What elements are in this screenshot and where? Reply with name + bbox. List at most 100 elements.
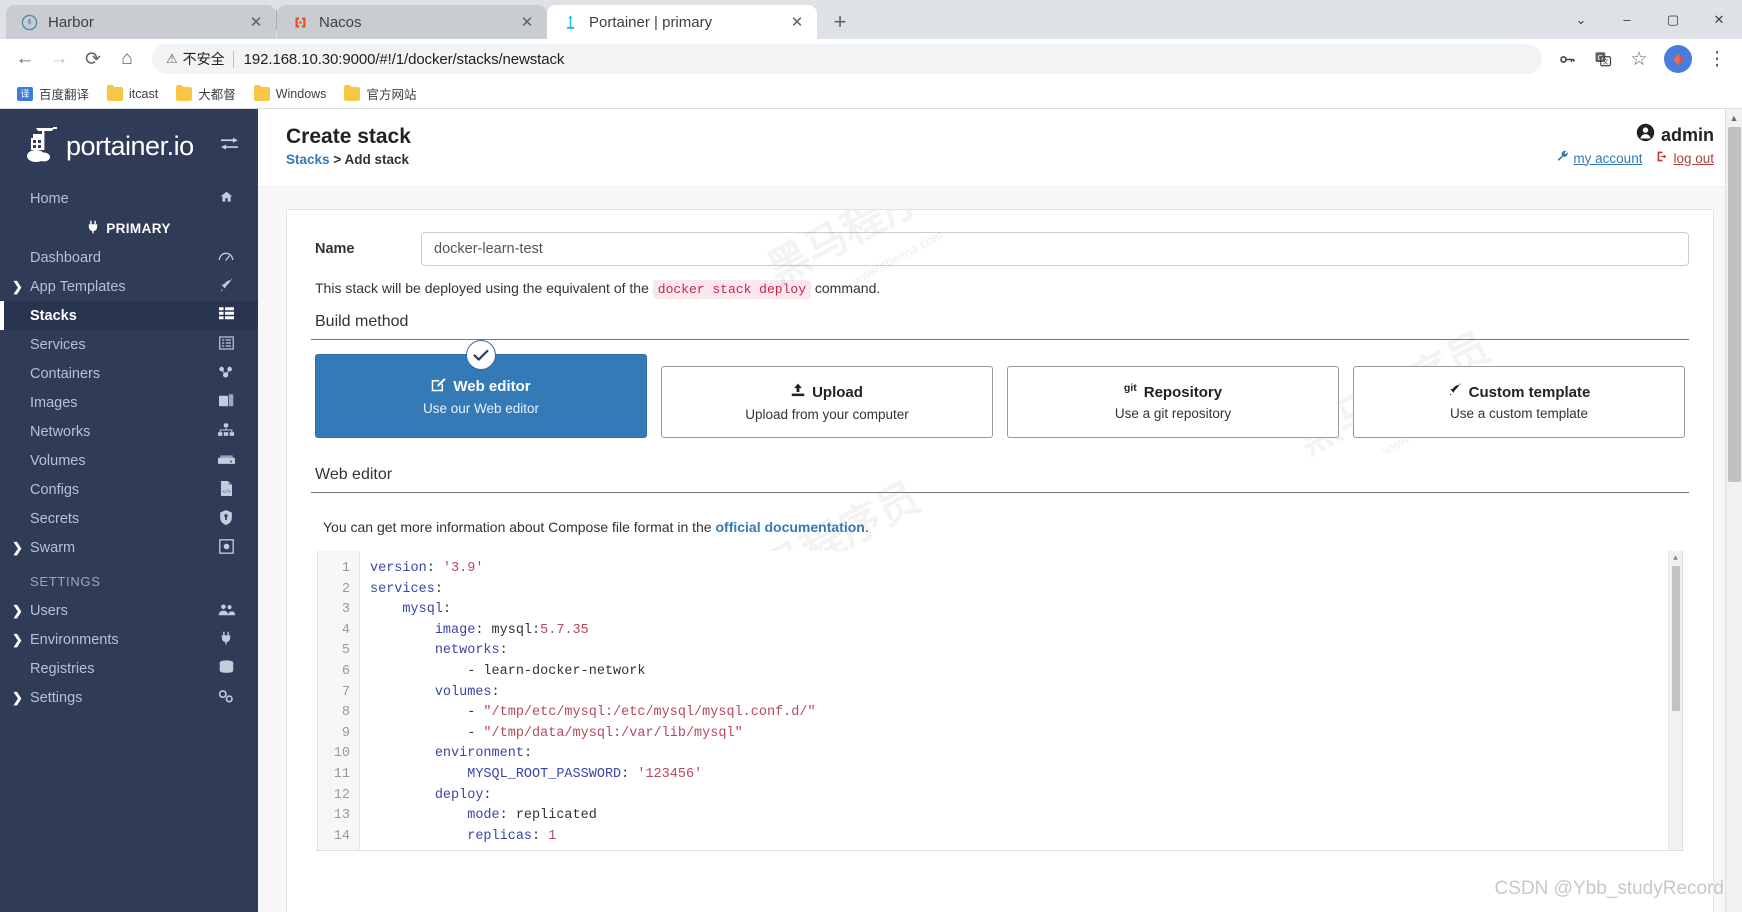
forward-icon[interactable]: → [42, 42, 76, 76]
build-method-repository[interactable]: git Repository Use a git repository [1007, 366, 1339, 438]
official-documentation-link[interactable]: official documentation [715, 519, 864, 535]
sidebar-item-swarm[interactable]: ❯ Swarm [0, 533, 258, 562]
dashboard-icon [216, 249, 236, 266]
browser-tab-harbor[interactable]: Harbor ✕ [6, 5, 276, 39]
users-icon [216, 603, 236, 619]
sidebar-item-containers[interactable]: Containers [0, 359, 258, 388]
breadcrumb-stacks-link[interactable]: Stacks [286, 152, 330, 167]
sidebar-item-registries[interactable]: Registries [0, 654, 258, 683]
sidebar-item-images[interactable]: Images [0, 388, 258, 417]
editor-scroll-thumb[interactable] [1672, 566, 1680, 711]
new-tab-button[interactable]: + [823, 5, 857, 39]
bookmark-item[interactable]: 译 百度翻译 [10, 81, 96, 106]
bookmark-item[interactable]: 大都督 [169, 81, 243, 106]
volumes-icon [216, 453, 236, 469]
browser-tab-portainer[interactable]: Portainer | primary ✕ [547, 5, 817, 39]
bookmark-label: 大都督 [198, 88, 236, 102]
build-method-upload[interactable]: Upload Upload from your computer [661, 366, 993, 438]
close-icon[interactable]: ✕ [246, 12, 266, 32]
configs-icon: </> [216, 480, 236, 499]
sidebar-item-label: Images [30, 394, 78, 411]
bookmark-label: 官方网站 [366, 88, 417, 102]
sidebar-item-stacks[interactable]: Stacks [0, 301, 258, 330]
upload-icon [791, 383, 805, 402]
close-window-button[interactable]: ✕ [1696, 0, 1742, 39]
password-key-icon[interactable] [1550, 42, 1584, 76]
bookmark-item[interactable]: 官方网站 [337, 81, 423, 106]
build-method-subtitle: Use a custom template [1449, 406, 1589, 421]
browser-menu-icon[interactable]: ⋮ [1700, 42, 1734, 76]
translate-icon[interactable]: G文 [1586, 42, 1620, 76]
browser-window: Harbor ✕ Nacos ✕ Portainer | primary ✕ +… [0, 0, 1742, 912]
sidebar-item-volumes[interactable]: Volumes [0, 446, 258, 475]
sidebar-item-networks[interactable]: Networks [0, 417, 258, 446]
build-method-web-editor[interactable]: Web editor Use our Web editor [315, 341, 647, 438]
back-icon[interactable]: ← [8, 42, 42, 76]
compose-code-editor[interactable]: 1 2 3 4 5 6 7 8 9 10 11 12 13 14 version: '3.9' servic… [317, 551, 1683, 851]
sidebar-item-settings[interactable]: ❯ Settings [0, 683, 258, 712]
swarm-icon [216, 538, 236, 557]
editor-code-content[interactable]: version: '3.9' services: mysql: image: my… [360, 551, 1682, 850]
environments-icon [216, 631, 236, 648]
browser-tab-nacos[interactable]: Nacos ✕ [277, 5, 547, 39]
bookmark-item[interactable]: Windows [247, 84, 334, 104]
close-icon[interactable]: ✕ [517, 12, 537, 32]
folder-icon [344, 84, 361, 101]
sidebar-item-environments[interactable]: ❯ Environments [0, 625, 258, 654]
bookmark-item[interactable]: itcast [100, 84, 165, 104]
collapse-sidebar-icon[interactable] [219, 136, 240, 158]
page-scroll-up-icon[interactable]: ▲ [1726, 109, 1742, 126]
page-scrollbar[interactable]: ▲ [1725, 109, 1742, 912]
helper-suffix: command. [814, 280, 881, 296]
sidebar-item-configs[interactable]: Configs </> [0, 475, 258, 504]
networks-icon [216, 423, 236, 440]
sidebar-item-app-templates[interactable]: ❯ App Templates [0, 272, 258, 301]
sidebar-item-home[interactable]: Home [0, 184, 258, 213]
build-method-label: Repository [1143, 383, 1223, 401]
sidebar-item-services[interactable]: Services [0, 330, 258, 359]
services-icon [216, 336, 236, 353]
nacos-icon [291, 13, 309, 31]
sidebar-item-label: Secrets [30, 510, 80, 527]
bookmark-label: Windows [275, 86, 327, 101]
editor-line-number: 7 [341, 684, 350, 700]
sidebar-item-users[interactable]: ❯ Users [0, 596, 258, 625]
brand-header[interactable]: portainer.io [0, 109, 258, 184]
bookmark-star-icon[interactable]: ☆ [1622, 42, 1656, 76]
maximize-button[interactable]: ▢ [1650, 0, 1696, 39]
editor-line-number: 10 [333, 746, 350, 762]
sidebar-item-label: Settings [30, 689, 83, 706]
sidebar-item-dashboard[interactable]: Dashboard [0, 243, 258, 272]
chevron-down-icon[interactable]: ⌄ [1558, 0, 1604, 39]
editor-line-number: 2 [341, 581, 350, 597]
logout-link[interactable]: log out [1656, 150, 1714, 166]
editor-line-numbers: 1 2 3 4 5 6 7 8 9 10 11 12 13 14 [318, 551, 360, 850]
home-icon[interactable]: ⌂ [110, 42, 144, 76]
editor-code-line: - "/tmp/data/mysql:/var/lib/mysql" [370, 725, 743, 741]
page-scroll-thumb[interactable] [1728, 127, 1741, 482]
build-method-custom-template[interactable]: Custom template Use a custom template [1353, 366, 1685, 438]
my-account-link[interactable]: my account [1556, 150, 1642, 166]
scroll-up-icon[interactable]: ▲ [1669, 551, 1682, 565]
stack-name-input[interactable] [421, 232, 1689, 266]
address-bar[interactable]: ⚠ 不安全 192.168.10.30:9000/#!/1/docker/sta… [152, 44, 1542, 74]
build-method-label: Upload [812, 383, 863, 401]
editor-code-line: - learn-docker-network [370, 663, 646, 679]
secrets-icon [216, 509, 236, 528]
svg-text:</>: </> [222, 488, 231, 494]
portainer-logo-icon [22, 124, 66, 170]
editor-code-line: mysql: [402, 602, 452, 618]
minimize-button[interactable]: ‒ [1604, 0, 1650, 39]
reload-icon[interactable]: ⟳ [76, 42, 110, 76]
sidebar-item-secrets[interactable]: Secrets [0, 504, 258, 533]
editor-code-line: networks: [434, 643, 508, 659]
close-icon[interactable]: ✕ [787, 12, 807, 32]
editor-scrollbar[interactable]: ▲ [1668, 551, 1682, 850]
editor-line-number: 6 [341, 663, 350, 679]
profile-avatar[interactable] [1664, 45, 1692, 73]
git-icon: git [1123, 382, 1137, 394]
build-method-title: Custom template [1448, 383, 1590, 401]
chevron-right-icon: ❯ [12, 278, 23, 294]
registries-icon [216, 660, 236, 677]
sidebar-item-label: Stacks [30, 307, 77, 324]
